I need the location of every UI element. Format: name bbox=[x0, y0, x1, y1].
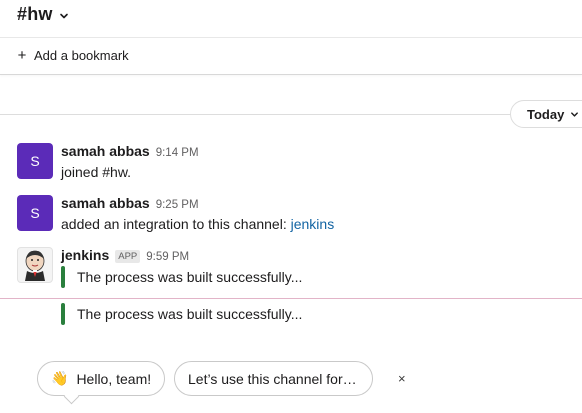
avatar[interactable]: S bbox=[17, 195, 53, 231]
day-divider-line bbox=[0, 114, 582, 115]
suggestion-label: Hello, team! bbox=[76, 370, 152, 387]
suggestion-chip-channel-purpose[interactable]: Let’s use this channel for… bbox=[174, 361, 373, 396]
plus-icon: + bbox=[17, 47, 27, 64]
speech-tail bbox=[63, 388, 80, 405]
sender-name[interactable]: samah abbas bbox=[61, 143, 150, 159]
message-timestamp[interactable]: 9:25 PM bbox=[156, 199, 199, 211]
chevron-down-icon bbox=[59, 13, 68, 18]
attachment-color-bar bbox=[61, 266, 65, 288]
message-attachment: The process was built successfully... bbox=[61, 266, 302, 288]
channel-header: #hw bbox=[0, 0, 582, 38]
chevron-down-icon bbox=[571, 111, 579, 117]
day-label: Today bbox=[527, 106, 565, 122]
jenkins-avatar[interactable] bbox=[17, 247, 53, 283]
attachment-text: The process was built successfully... bbox=[77, 269, 303, 285]
avatar[interactable]: S bbox=[17, 143, 53, 179]
attachment-text: The process was built successfully... bbox=[77, 306, 303, 322]
suggestion-label: Let’s use this channel for… bbox=[188, 370, 357, 387]
message-timestamp[interactable]: 9:14 PM bbox=[156, 147, 199, 159]
channel-name-button[interactable]: #hw bbox=[17, 4, 69, 25]
message-timestamp[interactable]: 9:59 PM bbox=[146, 251, 189, 263]
message-text: added an integration to this channel: je… bbox=[61, 216, 335, 232]
add-bookmark-label: Add a bookmark bbox=[34, 48, 129, 63]
jenkins-logo-icon bbox=[25, 250, 45, 281]
bookmark-bar: + Add a bookmark bbox=[0, 38, 582, 75]
day-jump-button[interactable]: Today bbox=[510, 100, 582, 128]
sender-name[interactable]: jenkins bbox=[61, 247, 109, 263]
app-badge: APP bbox=[115, 250, 141, 263]
integration-link[interactable]: jenkins bbox=[291, 216, 335, 232]
add-bookmark-button[interactable]: + Add a bookmark bbox=[17, 48, 129, 63]
close-icon[interactable]: × bbox=[398, 371, 406, 386]
message-divider bbox=[0, 298, 582, 299]
attachment-color-bar bbox=[61, 303, 65, 325]
sender-name[interactable]: samah abbas bbox=[61, 195, 150, 211]
suggested-replies: 👋 Hello, team! Let’s use this channel fo… bbox=[37, 361, 406, 405]
message-attachment: The process was built successfully... bbox=[61, 303, 302, 325]
suggestion-chip-hello[interactable]: 👋 Hello, team! bbox=[37, 361, 165, 405]
message-text: joined #hw. bbox=[61, 164, 132, 180]
channel-title: #hw bbox=[17, 4, 53, 24]
slack-channel-view: #hw + Add a bookmark Today S samah abbas… bbox=[0, 0, 582, 413]
waving-hand-icon: 👋 bbox=[51, 370, 69, 386]
